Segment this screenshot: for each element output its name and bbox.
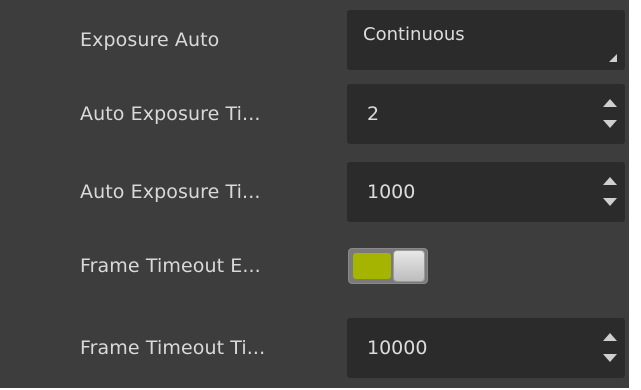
auto-exposure-time-lower-value: 2 — [367, 103, 380, 125]
row-frame-timeout-time: Frame Timeout Ti... 10000 — [0, 318, 629, 378]
label-auto-exposure-time-lower: Auto Exposure Ti... — [80, 103, 261, 125]
label-frame-timeout-time: Frame Timeout Ti... — [80, 337, 266, 359]
exposure-auto-value: Continuous — [363, 24, 465, 45]
toggle-on-indicator — [353, 253, 391, 279]
spin-up-icon[interactable] — [603, 99, 617, 107]
row-frame-timeout-enable: Frame Timeout E... — [0, 236, 629, 296]
properties-panel: Exposure Auto Continuous Auto Exposure T… — [0, 0, 641, 390]
row-auto-exposure-time-upper: Auto Exposure Ti... 1000 — [0, 162, 629, 222]
spin-down-icon[interactable] — [603, 120, 617, 128]
frame-timeout-enable-toggle[interactable] — [348, 248, 428, 284]
auto-exposure-time-lower-input[interactable]: 2 — [347, 84, 625, 144]
toggle-knob[interactable] — [393, 250, 425, 282]
label-auto-exposure-time-upper: Auto Exposure Ti... — [80, 181, 261, 203]
spinner — [599, 84, 621, 144]
row-auto-exposure-time-lower: Auto Exposure Ti... 2 — [0, 84, 629, 144]
label-exposure-auto: Exposure Auto — [80, 29, 220, 51]
row-exposure-auto: Exposure Auto Continuous — [0, 10, 629, 70]
resize-grip-icon — [609, 54, 617, 62]
spinner — [599, 318, 621, 378]
spin-up-icon[interactable] — [603, 333, 617, 341]
frame-timeout-time-input[interactable]: 10000 — [347, 318, 625, 378]
label-frame-timeout-enable: Frame Timeout E... — [80, 255, 261, 277]
spin-up-icon[interactable] — [603, 177, 617, 185]
spinner — [599, 162, 621, 222]
exposure-auto-select[interactable]: Continuous — [347, 10, 625, 70]
spin-down-icon[interactable] — [603, 198, 617, 206]
spin-down-icon[interactable] — [603, 354, 617, 362]
auto-exposure-time-upper-input[interactable]: 1000 — [347, 162, 625, 222]
frame-timeout-time-value: 10000 — [367, 337, 428, 359]
auto-exposure-time-upper-value: 1000 — [367, 181, 416, 203]
